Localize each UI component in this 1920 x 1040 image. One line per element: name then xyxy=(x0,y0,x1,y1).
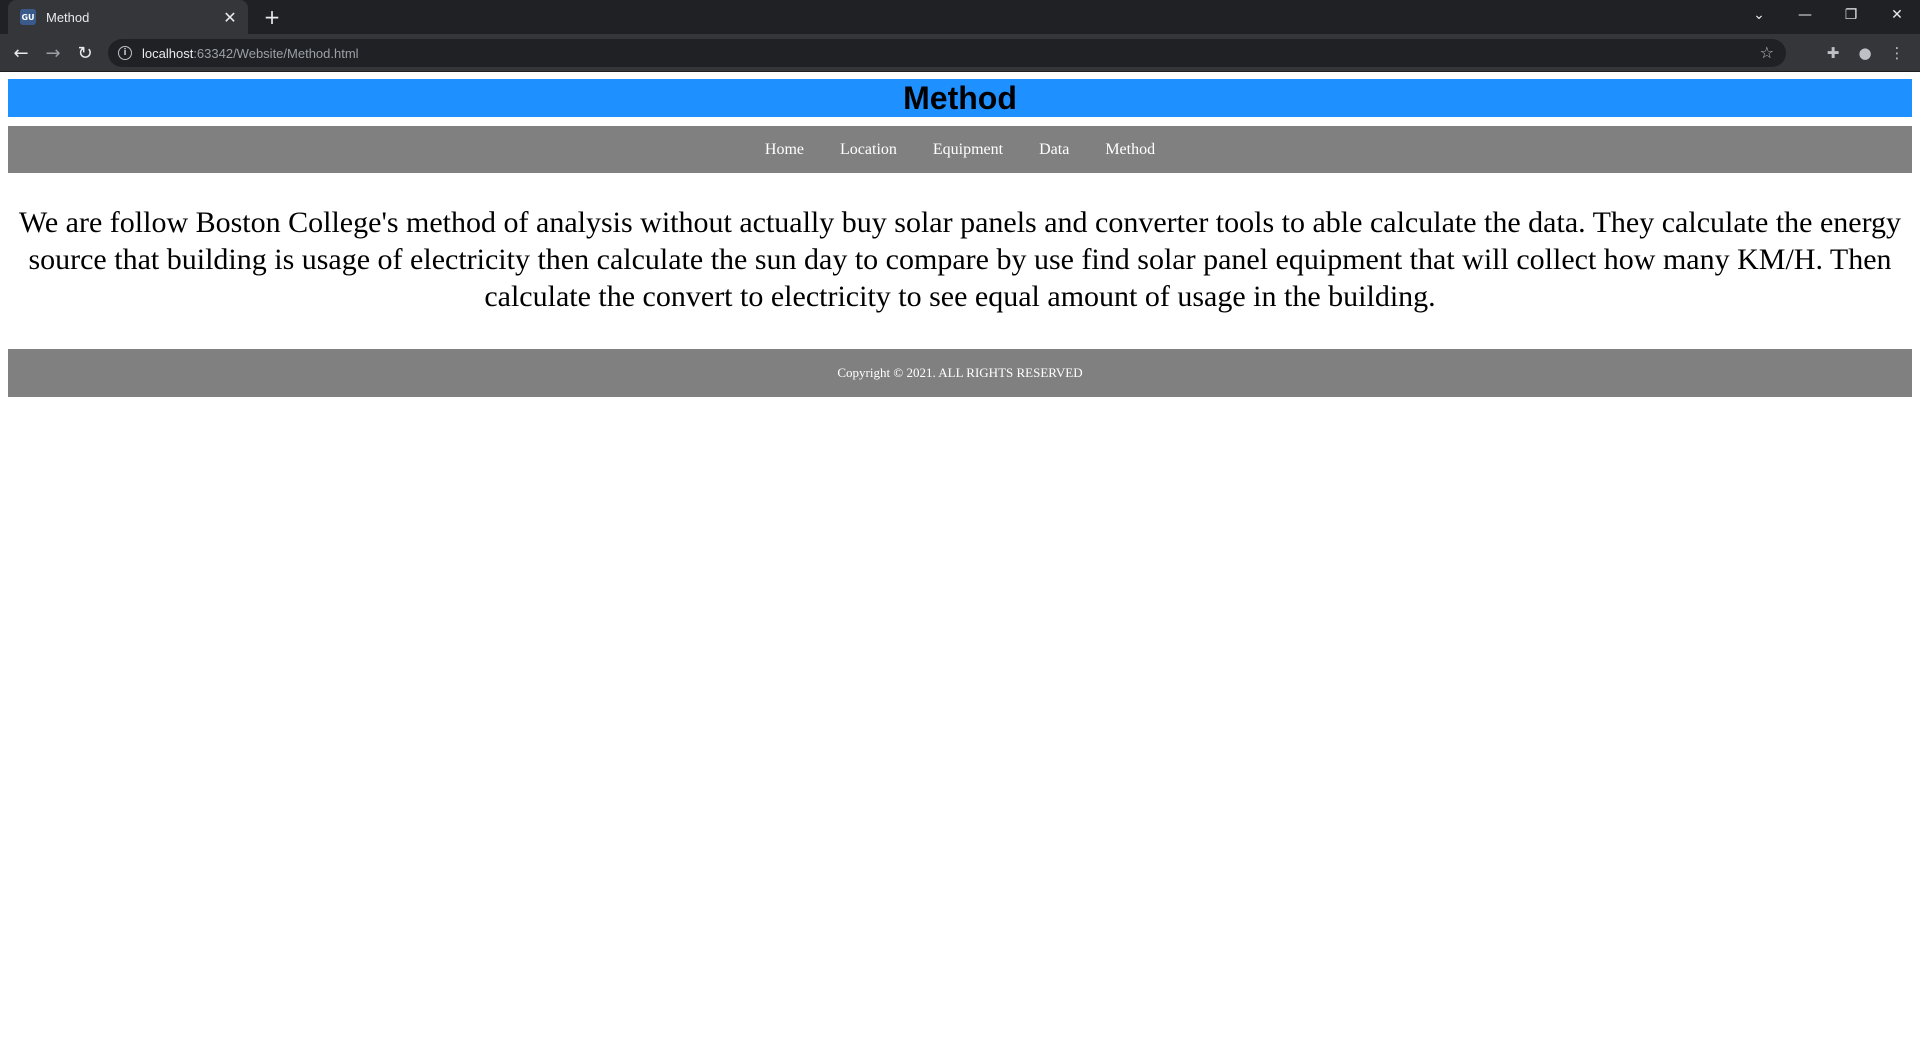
browser-tab[interactable]: GU Method ✕ xyxy=(8,0,248,34)
url-path: :63342/Website/Method.html xyxy=(193,45,359,61)
extensions-icon[interactable]: ✚ xyxy=(1821,41,1845,65)
url-text: localhost:63342/Website/Method.html xyxy=(142,46,359,61)
favicon-icon: GU xyxy=(20,9,36,25)
site-header: Method xyxy=(8,79,1912,117)
url-host: localhost xyxy=(142,45,194,61)
browser-tab-strip: GU Method ✕ + ⌄ — ❐ ✕ xyxy=(0,0,1920,34)
nav-link-home[interactable]: Home xyxy=(747,141,822,159)
page-title: Method xyxy=(903,79,1017,116)
bookmark-star-icon[interactable]: ☆ xyxy=(1760,43,1774,62)
reload-icon[interactable]: ↻ xyxy=(73,41,97,65)
profile-icon[interactable]: ● xyxy=(1853,41,1877,65)
menu-icon[interactable]: ⋮ xyxy=(1885,41,1909,65)
nav-link-equipment[interactable]: Equipment xyxy=(915,141,1021,159)
site-footer: Copyright © 2021. ALL RIGHTS RESERVED xyxy=(8,349,1912,397)
restore-icon[interactable]: ❐ xyxy=(1828,0,1874,30)
site-nav: Home Location Equipment Data Method xyxy=(8,126,1912,173)
address-bar[interactable]: i localhost:63342/Website/Method.html ☆ xyxy=(108,39,1786,67)
browser-toolbar: ← → ↻ i localhost:63342/Website/Method.h… xyxy=(0,34,1920,72)
new-tab-icon[interactable]: + xyxy=(260,5,284,29)
tab-search-icon[interactable]: ⌄ xyxy=(1736,0,1782,30)
nav-link-data[interactable]: Data xyxy=(1021,141,1087,159)
close-tab-icon[interactable]: ✕ xyxy=(220,7,240,27)
method-description: We are follow Boston College's method of… xyxy=(18,206,1902,313)
nav-link-method[interactable]: Method xyxy=(1087,141,1173,159)
back-icon[interactable]: ← xyxy=(9,41,33,65)
page-viewport: Method Home Location Equipment Data Meth… xyxy=(0,72,1920,1040)
forward-icon[interactable]: → xyxy=(41,41,65,65)
tab-title: Method xyxy=(46,9,90,25)
nav-link-location[interactable]: Location xyxy=(822,141,915,159)
close-window-icon[interactable]: ✕ xyxy=(1874,0,1920,30)
copyright-text: Copyright © 2021. ALL RIGHTS RESERVED xyxy=(837,365,1083,380)
site-info-icon[interactable]: i xyxy=(118,46,132,60)
minimize-icon[interactable]: — xyxy=(1782,0,1828,30)
